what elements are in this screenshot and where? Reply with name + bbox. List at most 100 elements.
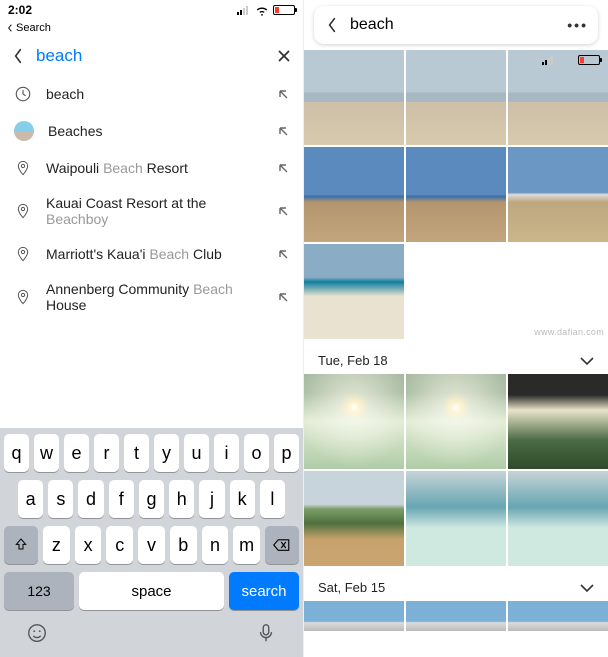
key-r[interactable]: r: [94, 434, 119, 472]
back-icon[interactable]: [10, 48, 26, 64]
suggestion-item[interactable]: Marriott's Kaua'i Beach Club: [0, 236, 303, 272]
mic-key[interactable]: [255, 622, 277, 649]
search-bar: •••: [314, 6, 598, 44]
photo-thumb[interactable]: [508, 374, 608, 469]
photo-thumb[interactable]: [406, 601, 506, 631]
insert-arrow-icon[interactable]: [277, 88, 289, 100]
key-q[interactable]: q: [4, 434, 29, 472]
photo-thumb[interactable]: [406, 374, 506, 469]
clear-icon[interactable]: [275, 47, 293, 65]
key-t[interactable]: t: [124, 434, 149, 472]
suggestion-label: beach: [46, 86, 263, 102]
results-top-grid: [304, 50, 608, 343]
battery-icon: [578, 55, 600, 65]
suggestion-item[interactable]: Kauai Coast Resort at the Beachboy: [0, 186, 303, 236]
key-l[interactable]: l: [260, 480, 285, 518]
suggestion-item[interactable]: Beaches: [0, 112, 303, 150]
more-icon[interactable]: •••: [567, 17, 588, 33]
pin-icon: [14, 245, 32, 263]
phone-search-results: 2:03 Search ••• Tue, Feb 18: [304, 0, 608, 657]
phone-search-suggestions: 2:02 Search beach Beaches Waipouli Beach…: [0, 0, 304, 657]
date-header[interactable]: Tue, Feb 18: [304, 343, 608, 374]
suggestion-list: beach Beaches Waipouli Beach Resort Kaua…: [0, 76, 303, 322]
pin-icon: [14, 202, 32, 220]
photo-thumb[interactable]: [304, 601, 404, 631]
date-grid: [304, 601, 608, 635]
insert-arrow-icon[interactable]: [277, 291, 289, 303]
key-x[interactable]: x: [75, 526, 102, 564]
suggestion-label: Kauai Coast Resort at the Beachboy: [46, 195, 263, 227]
photo-thumb[interactable]: [304, 471, 404, 566]
key-h[interactable]: h: [169, 480, 194, 518]
shift-key[interactable]: [4, 526, 38, 564]
key-i[interactable]: i: [214, 434, 239, 472]
key-s[interactable]: s: [48, 480, 73, 518]
key-n[interactable]: n: [202, 526, 229, 564]
search-row: [0, 36, 303, 76]
key-c[interactable]: c: [106, 526, 133, 564]
battery-icon: [273, 5, 295, 15]
photo-thumb[interactable]: [406, 471, 506, 566]
photo-thumb[interactable]: [304, 374, 404, 469]
photo-thumb[interactable]: [406, 147, 506, 242]
breadcrumb-back[interactable]: Search: [0, 20, 303, 36]
numeric-key[interactable]: 123: [4, 572, 74, 610]
date-label: Tue, Feb 18: [318, 353, 388, 368]
suggestion-label: Annenberg Community Beach House: [46, 281, 263, 313]
back-icon[interactable]: [324, 17, 340, 33]
photo-thumb[interactable]: [304, 147, 404, 242]
photo-thumb[interactable]: [406, 50, 506, 145]
signal-icon: [542, 55, 556, 65]
date-header[interactable]: Sat, Feb 15: [304, 570, 608, 601]
suggestion-label: Beaches: [48, 123, 263, 139]
date-label: Sat, Feb 15: [318, 580, 385, 595]
search-input[interactable]: [350, 14, 567, 36]
insert-arrow-icon[interactable]: [277, 125, 289, 137]
emoji-key[interactable]: [26, 622, 48, 649]
key-a[interactable]: a: [18, 480, 43, 518]
photo-thumb[interactable]: [304, 244, 404, 339]
search-input[interactable]: [36, 44, 265, 68]
backspace-key[interactable]: [265, 526, 299, 564]
photo-thumb[interactable]: [304, 50, 404, 145]
key-f[interactable]: f: [109, 480, 134, 518]
key-m[interactable]: m: [233, 526, 260, 564]
key-k[interactable]: k: [230, 480, 255, 518]
suggestion-item[interactable]: Waipouli Beach Resort: [0, 150, 303, 186]
key-u[interactable]: u: [184, 434, 209, 472]
suggestion-label: Waipouli Beach Resort: [46, 160, 263, 176]
keyboard: qwertyuiop asdfghjkl zxcvbnm 123 space s…: [0, 428, 303, 657]
suggestion-label: Marriott's Kaua'i Beach Club: [46, 246, 263, 262]
key-d[interactable]: d: [78, 480, 103, 518]
key-g[interactable]: g: [139, 480, 164, 518]
date-grid: [304, 374, 608, 570]
space-key[interactable]: space: [79, 572, 224, 610]
key-p[interactable]: p: [274, 434, 299, 472]
insert-arrow-icon[interactable]: [277, 205, 289, 217]
key-w[interactable]: w: [34, 434, 59, 472]
search-key[interactable]: search: [229, 572, 299, 610]
key-b[interactable]: b: [170, 526, 197, 564]
signal-icon: [237, 5, 251, 15]
key-y[interactable]: y: [154, 434, 179, 472]
history-icon: [14, 85, 32, 103]
photo-thumb[interactable]: [508, 601, 608, 631]
avatar-icon: [14, 121, 34, 141]
insert-arrow-icon[interactable]: [277, 162, 289, 174]
photo-thumb[interactable]: [508, 147, 608, 242]
pin-icon: [14, 159, 32, 177]
key-e[interactable]: e: [64, 434, 89, 472]
suggestion-item[interactable]: Annenberg Community Beach House: [0, 272, 303, 322]
key-j[interactable]: j: [199, 480, 224, 518]
key-z[interactable]: z: [43, 526, 70, 564]
pin-icon: [14, 288, 32, 306]
wifi-icon: [255, 5, 269, 16]
key-o[interactable]: o: [244, 434, 269, 472]
status-time: 2:02: [8, 3, 32, 17]
photo-thumb[interactable]: [508, 471, 608, 566]
chevron-down-icon: [580, 354, 594, 368]
status-bar: 2:02: [0, 0, 303, 20]
suggestion-item[interactable]: beach: [0, 76, 303, 112]
key-v[interactable]: v: [138, 526, 165, 564]
insert-arrow-icon[interactable]: [277, 248, 289, 260]
